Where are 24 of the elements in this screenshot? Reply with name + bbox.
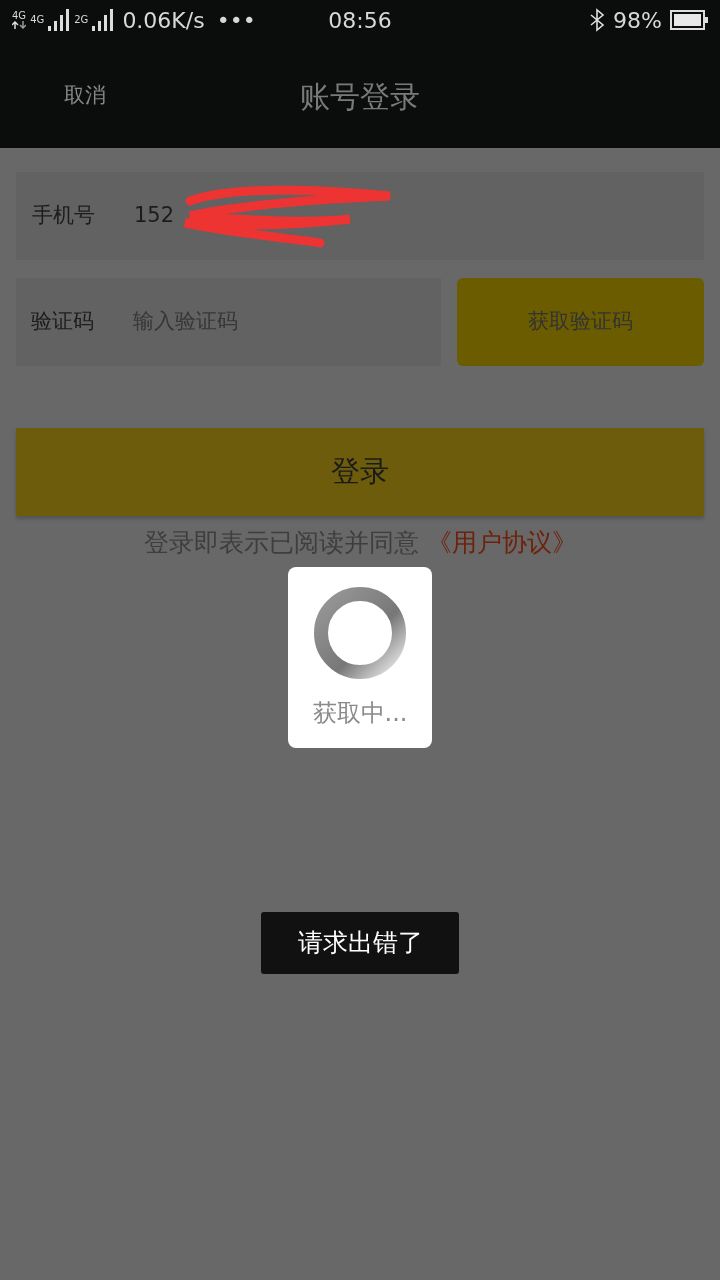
phone-input[interactable]: 152 bbox=[132, 199, 182, 233]
loading-text: 获取中... bbox=[312, 698, 408, 729]
signal-icon bbox=[92, 9, 115, 31]
field-label: 手机号 bbox=[32, 202, 96, 230]
field-label: 验证码 bbox=[31, 308, 95, 336]
agreement-link[interactable]: 《用户协议》 bbox=[426, 524, 577, 562]
network-label: 4G bbox=[12, 11, 27, 21]
clock: 08:56 bbox=[328, 7, 392, 35]
network-label: 4G bbox=[30, 15, 45, 25]
network-label: 2G bbox=[74, 15, 89, 25]
bluetooth-icon bbox=[589, 8, 606, 32]
login-button[interactable]: 登录 bbox=[16, 428, 704, 516]
cancel-button[interactable]: 取消 bbox=[64, 80, 106, 112]
network-speed: 0.06K/s bbox=[122, 6, 205, 35]
battery-icon bbox=[670, 10, 708, 30]
spinner-icon bbox=[312, 585, 408, 681]
get-code-button[interactable]: 获取验证码 bbox=[457, 278, 704, 366]
signal-icon bbox=[48, 9, 71, 31]
battery-percent: 98% bbox=[613, 6, 662, 35]
error-toast: 请求出错了 bbox=[261, 912, 459, 974]
more-indicator: ••• bbox=[216, 6, 256, 35]
page-title: 账号登录 bbox=[300, 78, 420, 116]
data-arrows-icon bbox=[12, 21, 27, 29]
phone-field[interactable]: 手机号 152 bbox=[16, 172, 704, 260]
